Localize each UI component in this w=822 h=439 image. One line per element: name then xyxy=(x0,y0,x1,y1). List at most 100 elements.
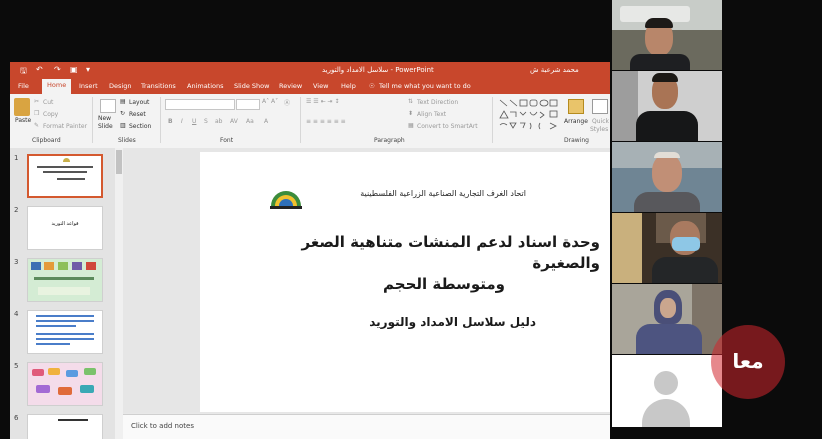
title-bar: 🖫 ↶ ↷ ▣ ▾ سلاسل الامداد والتوريد - Power… xyxy=(10,62,610,79)
format-painter-icon[interactable]: ✎ xyxy=(34,122,39,129)
layout-icon[interactable]: ▤ xyxy=(120,98,126,105)
new-slide-button-line2[interactable]: Slide xyxy=(98,123,113,130)
paste-icon[interactable] xyxy=(14,98,30,116)
face-mask xyxy=(672,237,700,251)
arrange-icon[interactable] xyxy=(568,99,584,114)
slide-heading-line2: ومتوسطة الحجم xyxy=(383,275,505,293)
slide-thumbnail-5[interactable] xyxy=(27,362,103,406)
notes-pane[interactable]: Click to add notes xyxy=(123,414,610,439)
tell-me-search[interactable]: Tell me what you want to do xyxy=(379,82,471,90)
shapes-gallery[interactable] xyxy=(498,98,560,132)
slide-subtitle: دليل سلاسل الامداد والتوريد xyxy=(369,315,536,329)
slide-thumbnail-3[interactable] xyxy=(27,258,103,302)
tab-review[interactable]: Review xyxy=(279,82,302,90)
copy-icon[interactable]: ❐ xyxy=(34,110,39,117)
ribbon: Paste ✂ Cut ❐ Copy ✎ Format Painter Clip… xyxy=(10,94,610,149)
participant-video-1[interactable] xyxy=(612,0,722,70)
participant-face xyxy=(652,154,682,192)
participant-video-3[interactable] xyxy=(612,142,722,212)
tab-help[interactable]: Help xyxy=(341,82,356,90)
drawing-group-label: Drawing xyxy=(564,137,589,144)
participant-video-4[interactable] xyxy=(612,213,722,283)
section-button[interactable]: Section xyxy=(129,123,151,130)
tab-home[interactable]: Home xyxy=(42,79,72,94)
participant-video-5[interactable] xyxy=(612,284,722,354)
window-title: سلاسل الامداد والتوريد - PowerPoint xyxy=(322,66,434,74)
quick-styles-button[interactable]: Quick xyxy=(592,118,609,125)
powerpoint-window: 🖫 ↶ ↷ ▣ ▾ سلاسل الامداد والتوريد - Power… xyxy=(10,62,610,439)
layout-button[interactable]: Layout xyxy=(129,99,149,106)
smartart-icon[interactable]: ▦ xyxy=(408,122,414,129)
quick-styles-button-line2[interactable]: Styles xyxy=(590,126,608,133)
quick-styles-icon[interactable] xyxy=(592,99,608,114)
new-slide-button[interactable]: New xyxy=(98,115,111,122)
reset-icon[interactable]: ↻ xyxy=(120,110,125,117)
copy-button[interactable]: Copy xyxy=(43,111,58,118)
video-participants-panel: معا xyxy=(611,0,822,439)
watermark-text: معا xyxy=(732,349,764,373)
strikethrough-icon[interactable]: S xyxy=(204,118,208,125)
avatar-placeholder-icon xyxy=(654,371,678,395)
slide-thumbnail-2[interactable]: قواعد التوريد xyxy=(27,206,103,250)
cut-button[interactable]: Cut xyxy=(43,99,53,106)
tab-insert[interactable]: Insert xyxy=(79,82,98,90)
notes-placeholder[interactable]: Click to add notes xyxy=(131,422,194,430)
slide-thumbnail-6[interactable] xyxy=(27,414,103,439)
tab-view[interactable]: View xyxy=(313,82,328,90)
scrollbar-thumb[interactable] xyxy=(116,150,122,174)
redo-icon[interactable]: ↷ xyxy=(54,65,61,74)
char-spacing-icon[interactable]: ab xyxy=(215,118,223,125)
bold-icon[interactable]: B xyxy=(168,118,173,125)
underline-icon[interactable]: U xyxy=(192,118,196,125)
increase-font-icon[interactable]: A˄ A˅ xyxy=(262,98,278,105)
font-size-input[interactable] xyxy=(236,99,260,110)
italic-icon[interactable]: I xyxy=(181,118,183,125)
change-case-icon[interactable]: AV xyxy=(230,118,238,125)
slide-thumbnail-4[interactable] xyxy=(27,310,103,354)
save-icon[interactable]: 🖫 xyxy=(20,65,27,79)
maan-watermark-logo: معا xyxy=(711,325,785,399)
text-direction-icon[interactable]: ⇅ xyxy=(408,98,413,105)
section-icon[interactable]: ▥ xyxy=(120,122,126,129)
thumb-2-title: قواعد التوريد xyxy=(51,221,79,227)
customize-toolbar-icon[interactable]: ▾ xyxy=(86,65,90,74)
paste-button[interactable]: Paste xyxy=(15,117,31,124)
slide-heading-line1: وحدة اسناد لدعم المنشات متناهية الصغر وا… xyxy=(301,233,600,272)
participant-no-video[interactable] xyxy=(612,355,722,427)
font-group-label: Font xyxy=(220,137,234,144)
convert-smartart-button[interactable]: Convert to SmartArt xyxy=(417,123,478,130)
start-from-beginning-icon[interactable]: ▣ xyxy=(70,65,78,74)
undo-icon[interactable]: ↶ xyxy=(36,65,43,74)
align-text-button[interactable]: Align Text xyxy=(417,111,446,118)
change-case-icon-2[interactable]: Aa xyxy=(246,118,254,125)
format-painter-button[interactable]: Format Painter xyxy=(43,123,87,130)
tab-transitions[interactable]: Transitions xyxy=(141,82,176,90)
align-text-icon[interactable]: ⬍ xyxy=(408,110,413,117)
arrange-button[interactable]: Arrange xyxy=(564,118,588,125)
tab-file[interactable]: File xyxy=(18,82,29,90)
org-name: اتحاد الغرف التجارية الصناعية الزراعية ا… xyxy=(360,189,526,198)
tab-slide-show[interactable]: Slide Show xyxy=(234,82,269,90)
thumb-number: 4 xyxy=(14,310,19,318)
tab-design[interactable]: Design xyxy=(109,82,131,90)
paragraph-group-label: Paragraph xyxy=(374,137,405,144)
current-slide[interactable]: اتحاد الغرف التجارية الصناعية الزراعية ا… xyxy=(200,152,610,412)
clipboard-group-label: Clipboard xyxy=(32,137,61,144)
tab-animations[interactable]: Animations xyxy=(187,82,224,90)
participant-video-2[interactable] xyxy=(612,71,722,141)
thumbnails-scrollbar[interactable] xyxy=(115,148,123,439)
cut-icon[interactable]: ✂ xyxy=(34,98,39,105)
font-name-input[interactable] xyxy=(165,99,235,110)
lightbulb-icon: ☉ xyxy=(369,82,375,90)
ribbon-tabs: File Home Insert Design Transitions Anim… xyxy=(10,79,610,94)
bullets-icon[interactable]: ☰ ☰ ⇤ ⇥ ↕ xyxy=(306,98,339,105)
clear-formatting-icon[interactable]: Ⓐ xyxy=(284,98,290,107)
chamber-logo xyxy=(268,182,304,210)
slide-heading: وحدة اسناد لدعم المنشات متناهية الصغر وا… xyxy=(240,232,600,295)
text-direction-button[interactable]: Text Direction xyxy=(417,99,458,106)
new-slide-icon[interactable] xyxy=(100,99,116,113)
reset-button[interactable]: Reset xyxy=(129,111,146,118)
font-color-icon[interactable]: A xyxy=(264,118,268,125)
align-icons[interactable]: ≡ ≡ ≡ ≡ ≡ ≡ xyxy=(306,118,346,125)
slide-thumbnail-1[interactable] xyxy=(27,154,103,198)
